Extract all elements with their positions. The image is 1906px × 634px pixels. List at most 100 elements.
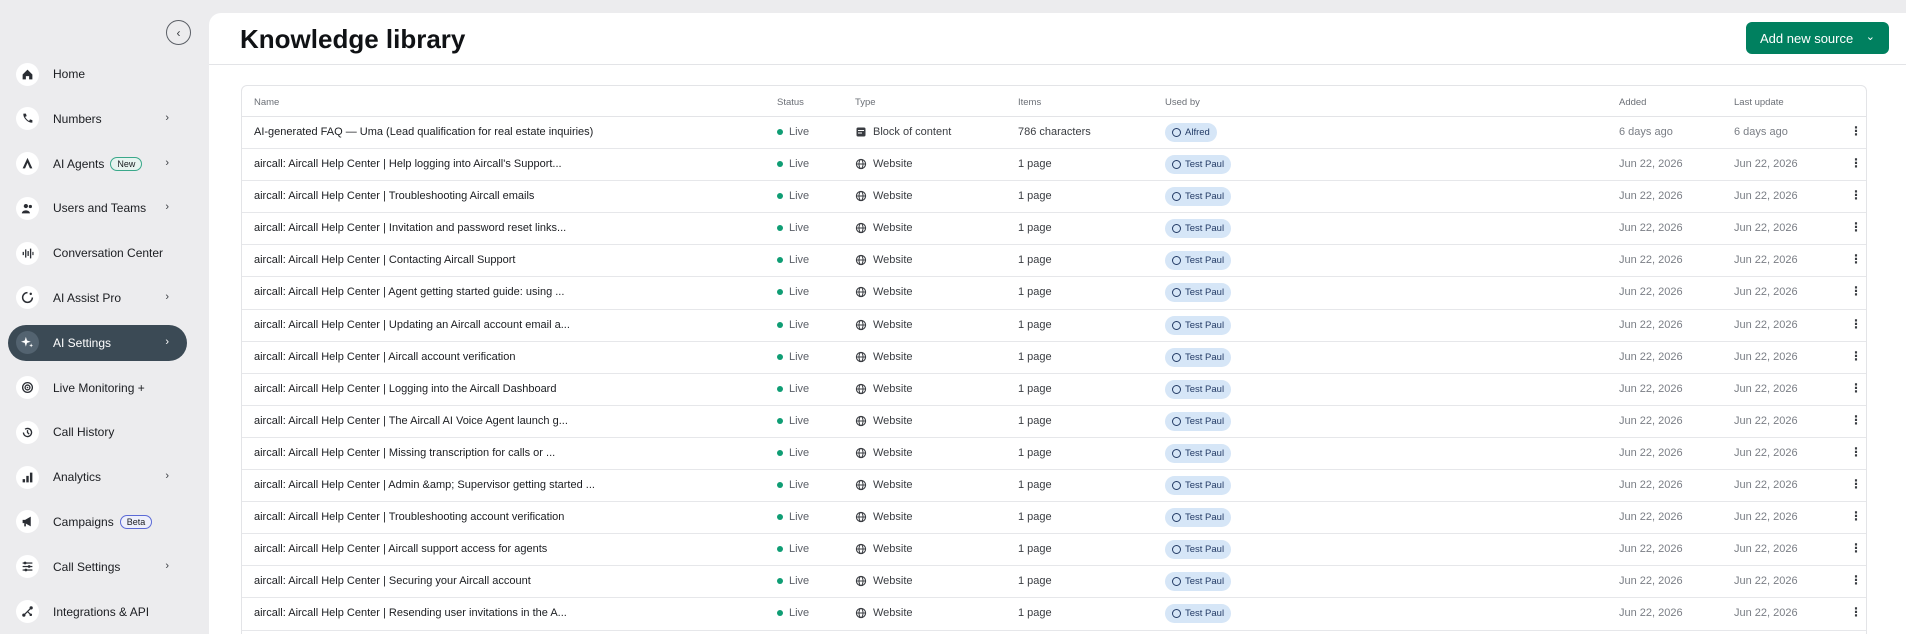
table-row[interactable]: aircall: Aircall Help Center | Securing … <box>242 566 1866 599</box>
added-date: Jun 22, 2026 <box>1619 222 1683 235</box>
source-name[interactable]: aircall: Aircall Help Center | Invitatio… <box>254 222 566 234</box>
agent-pill[interactable]: Test Paul <box>1165 283 1232 303</box>
agent-icon <box>1172 384 1181 394</box>
sidebar-item-ai-agents[interactable]: AI Agents New › <box>8 146 187 182</box>
collapse-sidebar-button[interactable]: ‹ <box>166 20 191 45</box>
agent-pill[interactable]: Test Paul <box>1165 347 1232 367</box>
source-name[interactable]: aircall: Aircall Help Center | Contactin… <box>254 254 515 266</box>
used-by-cell: Alfred <box>1165 123 1217 142</box>
more-actions-icon[interactable]: ⋮ <box>1850 284 1862 298</box>
header-divider <box>209 64 1906 65</box>
more-actions-icon[interactable]: ⋮ <box>1850 317 1862 331</box>
agent-pill[interactable]: Test Paul <box>1165 219 1232 239</box>
source-name[interactable]: aircall: Aircall Help Center | Securing … <box>254 575 531 587</box>
source-name[interactable]: aircall: Aircall Help Center | Missing t… <box>254 447 555 459</box>
source-name[interactable]: aircall: Aircall Help Center | Aircall s… <box>254 543 547 555</box>
more-actions-icon[interactable]: ⋮ <box>1850 477 1862 491</box>
sidebar-item-ai-assist-pro[interactable]: AI Assist Pro › <box>8 280 187 316</box>
agent-pill[interactable]: Test Paul <box>1165 379 1232 399</box>
table-row[interactable]: aircall: Aircall Help Center | The Airca… <box>242 406 1866 438</box>
more-actions-icon[interactable]: ⋮ <box>1850 445 1862 459</box>
more-actions-icon[interactable]: ⋮ <box>1850 156 1862 170</box>
table-row[interactable]: aircall: Aircall Help Center | Troublesh… <box>242 502 1866 535</box>
table-row[interactable]: aircall: Aircall Help Center | Invitatio… <box>242 213 1866 246</box>
source-name[interactable]: aircall: Aircall Help Center | Aircall a… <box>254 351 515 363</box>
agent-pill[interactable]: Test Paul <box>1165 572 1232 592</box>
more-actions-icon[interactable]: ⋮ <box>1850 252 1862 266</box>
live-status-dot <box>777 257 783 264</box>
table-row[interactable]: AI-generated FAQ — Uma (Lead qualificati… <box>242 117 1866 150</box>
agent-pill[interactable]: Test Paul <box>1165 443 1232 463</box>
sidebar-item-ai-settings[interactable]: AI Settings › <box>8 324 187 361</box>
sidebar-item-conversation-center[interactable]: Conversation Center <box>8 235 187 271</box>
sidebar-item-analytics[interactable]: Analytics › <box>8 459 187 495</box>
source-name[interactable]: aircall: Aircall Help Center | Troublesh… <box>254 190 534 202</box>
table-row[interactable]: aircall: Aircall Help Center | Missing t… <box>242 438 1866 471</box>
table-row[interactable]: aircall: Aircall Help Center | Troublesh… <box>242 181 1866 214</box>
column-header-last-update[interactable]: Last update <box>1734 97 1784 108</box>
table-row[interactable]: aircall: Aircall Help Center | Help logg… <box>242 149 1866 182</box>
agent-pill[interactable]: Alfred <box>1165 123 1217 142</box>
agent-pill[interactable]: Test Paul <box>1165 251 1232 271</box>
column-header-used-by[interactable]: Used by <box>1165 97 1200 108</box>
more-actions-icon[interactable]: ⋮ <box>1850 188 1862 202</box>
table-row[interactable]: aircall: Aircall Help Center | Aircall a… <box>242 342 1866 374</box>
items-count: 1 page <box>1018 286 1052 299</box>
more-actions-icon[interactable]: ⋮ <box>1850 220 1862 234</box>
type-cell: Website <box>855 351 913 363</box>
column-header-status[interactable]: Status <box>777 97 804 108</box>
table-row[interactable]: aircall: Aircall Help Center | Aircall s… <box>242 534 1866 567</box>
agent-pill[interactable]: Test Paul <box>1165 604 1232 624</box>
sidebar-item-users-and-teams[interactable]: Users and Teams › <box>8 190 187 226</box>
table-row[interactable]: aircall: Aircall Help Center | Agent get… <box>242 277 1866 310</box>
more-actions-icon[interactable]: ⋮ <box>1850 349 1862 363</box>
more-actions-icon[interactable]: ⋮ <box>1850 413 1862 427</box>
source-name[interactable]: aircall: Aircall Help Center | Troublesh… <box>254 511 564 523</box>
agent-pill[interactable]: Test Paul <box>1165 187 1232 207</box>
agent-pill[interactable]: Test Paul <box>1165 315 1232 335</box>
table-row[interactable]: aircall: Aircall Help Center | Admin &am… <box>242 470 1866 503</box>
more-actions-icon[interactable]: ⋮ <box>1850 509 1862 523</box>
source-name[interactable]: aircall: Aircall Help Center | Resending… <box>254 607 567 619</box>
source-name[interactable]: aircall: Aircall Help Center | Updating … <box>254 319 570 331</box>
more-actions-icon[interactable]: ⋮ <box>1850 124 1862 138</box>
more-actions-icon[interactable]: ⋮ <box>1850 605 1862 619</box>
table-row[interactable]: aircall: Aircall Help Center | Contactin… <box>242 245 1866 278</box>
sidebar-item-call-settings[interactable]: Call Settings › <box>8 549 187 585</box>
sidebar-item-campaigns[interactable]: Campaigns Beta <box>8 504 187 540</box>
source-name[interactable]: aircall: Aircall Help Center | The Airca… <box>254 415 568 427</box>
agent-pill[interactable]: Test Paul <box>1165 476 1232 496</box>
more-actions-icon[interactable]: ⋮ <box>1850 381 1862 395</box>
sidebar-item-label: Numbers <box>53 111 102 126</box>
table-row[interactable]: aircall: Aircall Help Center | Updating … <box>242 310 1866 342</box>
agent-icon <box>1172 288 1181 298</box>
column-header-items[interactable]: Items <box>1018 97 1041 108</box>
source-name[interactable]: aircall: Aircall Help Center | Help logg… <box>254 158 562 170</box>
sidebar-item-numbers[interactable]: Numbers › <box>8 101 187 137</box>
status-cell: Live <box>777 447 809 459</box>
source-name[interactable]: AI-generated FAQ — Uma (Lead qualificati… <box>254 126 593 138</box>
agent-pill[interactable]: Test Paul <box>1165 155 1232 175</box>
table-row[interactable]: aircall: Aircall Help Center | Logging i… <box>242 374 1866 406</box>
source-name[interactable]: aircall: Aircall Help Center | Logging i… <box>254 383 556 395</box>
agent-name: Test Paul <box>1185 415 1225 427</box>
more-actions-icon[interactable]: ⋮ <box>1850 573 1862 587</box>
source-name[interactable]: aircall: Aircall Help Center | Agent get… <box>254 286 564 298</box>
column-header-type[interactable]: Type <box>855 97 876 108</box>
sidebar-item-live-monitoring[interactable]: Live Monitoring + <box>8 370 187 406</box>
column-header-added[interactable]: Added <box>1619 97 1646 108</box>
table-row[interactable]: aircall: Aircall Help Center | Resending… <box>242 598 1866 631</box>
sidebar-item-home[interactable]: Home <box>8 56 187 92</box>
added-date: Jun 22, 2026 <box>1619 543 1683 556</box>
source-name[interactable]: aircall: Aircall Help Center | Admin &am… <box>254 479 595 491</box>
agent-pill[interactable]: Test Paul <box>1165 411 1232 431</box>
agent-pill[interactable]: Test Paul <box>1165 508 1232 528</box>
sidebar-item-call-history[interactable]: Call History <box>8 414 187 450</box>
items-count: 1 page <box>1018 543 1052 556</box>
more-actions-icon[interactable]: ⋮ <box>1850 541 1862 555</box>
assist-icon <box>16 286 39 310</box>
add-new-source-button[interactable]: Add new source ⌄ <box>1746 22 1889 54</box>
sidebar-item-integrations-api[interactable]: Integrations & API <box>8 594 187 630</box>
agent-pill[interactable]: Test Paul <box>1165 540 1232 560</box>
column-header-name[interactable]: Name <box>254 97 279 108</box>
